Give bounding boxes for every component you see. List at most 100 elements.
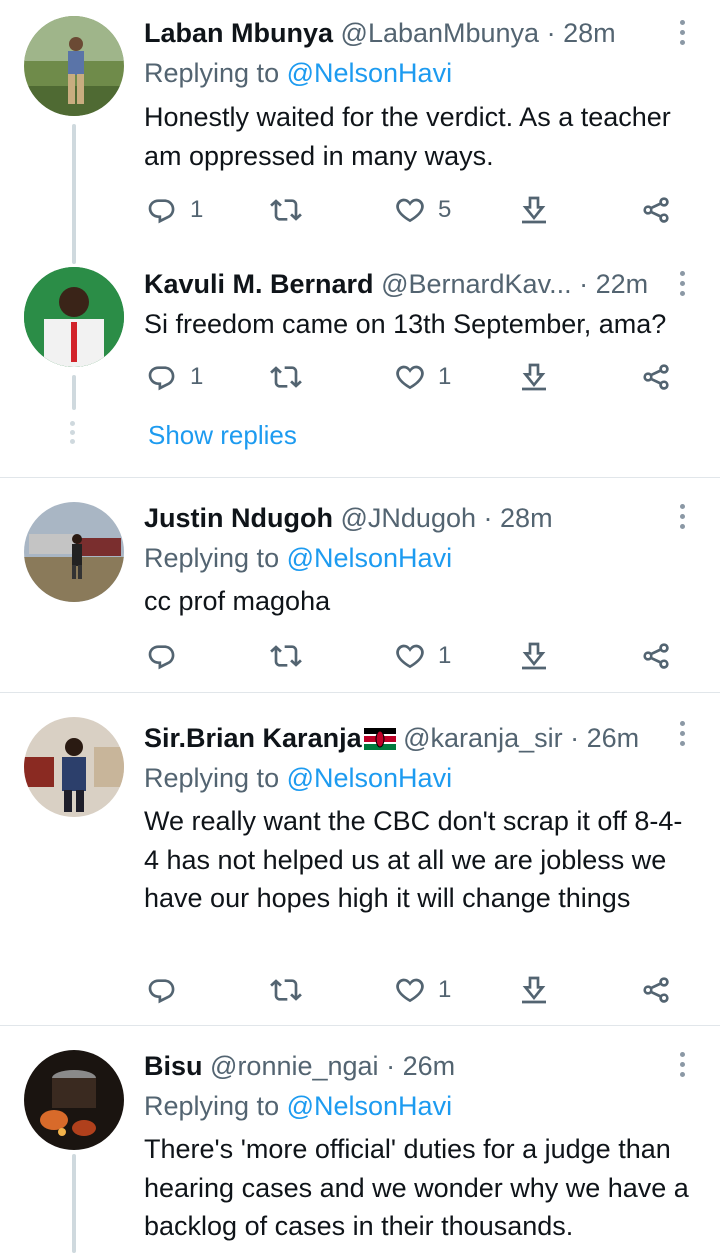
mention-link[interactable]: @NelsonHavi bbox=[287, 1091, 452, 1121]
user-handle[interactable]: @BernardKav... bbox=[381, 269, 572, 299]
share-icon bbox=[640, 194, 672, 226]
download-button[interactable] bbox=[518, 190, 550, 230]
tweet[interactable]: Bisu @ronnie_ngai · 26m Replying to @Nel… bbox=[0, 1026, 720, 1253]
like-button[interactable]: 1 bbox=[394, 636, 451, 676]
replying-to-label: Replying to bbox=[144, 543, 287, 573]
avatar[interactable] bbox=[24, 267, 124, 367]
reply-button[interactable] bbox=[146, 970, 178, 1010]
more-icon[interactable] bbox=[672, 500, 692, 536]
timestamp[interactable]: 26m bbox=[587, 723, 640, 753]
share-icon bbox=[640, 974, 672, 1006]
like-count: 1 bbox=[438, 642, 452, 669]
mention-link[interactable]: @NelsonHavi bbox=[287, 58, 452, 88]
user-handle[interactable]: @LabanMbunya bbox=[341, 18, 540, 48]
tweet-actions: 1 5 bbox=[144, 190, 684, 230]
more-icon[interactable] bbox=[672, 16, 692, 52]
mention-link[interactable]: @NelsonHavi bbox=[287, 763, 452, 793]
reply-button[interactable]: 1 bbox=[146, 357, 203, 397]
tweet-text: cc prof magoha bbox=[144, 586, 331, 616]
more-icon[interactable] bbox=[672, 717, 692, 753]
kenya-flag-icon bbox=[363, 728, 396, 750]
thread-line bbox=[72, 124, 76, 264]
retweet-button[interactable] bbox=[270, 970, 302, 1010]
avatar[interactable] bbox=[24, 16, 124, 116]
replying-to-label: Replying to bbox=[144, 763, 287, 793]
retweet-button[interactable] bbox=[270, 190, 302, 230]
separator: · bbox=[579, 269, 589, 299]
timestamp[interactable]: 28m bbox=[500, 503, 553, 533]
user-handle[interactable]: @karanja_sir bbox=[403, 723, 562, 753]
tweet-header: Justin Ndugoh @JNdugoh · 28m bbox=[144, 500, 662, 536]
tweet-text: Si freedom came on 13th September, ama? bbox=[144, 309, 667, 339]
tweet-actions: 1 1 bbox=[144, 357, 684, 397]
reply-icon bbox=[146, 194, 178, 226]
like-button[interactable]: 1 bbox=[394, 970, 451, 1010]
tweet[interactable]: Justin Ndugoh @JNdugoh · 28m Replying to… bbox=[0, 478, 720, 692]
retweet-icon bbox=[270, 361, 302, 393]
reply-button[interactable] bbox=[146, 636, 178, 676]
like-count: 5 bbox=[438, 196, 452, 223]
replying-to: Replying to @NelsonHavi bbox=[144, 760, 452, 796]
replying-to-label: Replying to bbox=[144, 1091, 287, 1121]
tweet[interactable]: Kavuli M. Bernard @BernardKav... · 22m S… bbox=[0, 255, 720, 477]
retweet-button[interactable] bbox=[270, 636, 302, 676]
separator: · bbox=[546, 18, 556, 48]
display-name[interactable]: Bisu bbox=[144, 1051, 203, 1081]
share-button[interactable] bbox=[640, 190, 672, 230]
mention-link[interactable]: @NelsonHavi bbox=[287, 543, 452, 573]
reply-count: 1 bbox=[190, 196, 204, 223]
timestamp[interactable]: 22m bbox=[596, 269, 649, 299]
reply-icon bbox=[146, 974, 178, 1006]
replying-to-label: Replying to bbox=[144, 58, 287, 88]
tweet-text: Honestly waited for the verdict. As a te… bbox=[144, 102, 671, 171]
timestamp[interactable]: 26m bbox=[403, 1051, 456, 1081]
like-count: 1 bbox=[438, 976, 452, 1003]
avatar[interactable] bbox=[24, 1050, 124, 1150]
user-handle[interactable]: @ronnie_ngai bbox=[210, 1051, 379, 1081]
share-button[interactable] bbox=[640, 357, 672, 397]
download-button[interactable] bbox=[518, 636, 550, 676]
download-icon bbox=[518, 361, 550, 393]
tweet-actions: 1 bbox=[144, 970, 684, 1010]
heart-icon bbox=[394, 361, 426, 393]
like-button[interactable]: 1 bbox=[394, 357, 451, 397]
like-count: 1 bbox=[438, 363, 452, 390]
retweet-icon bbox=[270, 974, 302, 1006]
display-name[interactable]: Laban Mbunya bbox=[144, 18, 333, 48]
thread-line bbox=[72, 375, 76, 410]
share-icon bbox=[640, 361, 672, 393]
tweet-text: There's 'more official' duties for a jud… bbox=[144, 1134, 689, 1241]
tweet-text: We really want the CBC don't scrap it of… bbox=[144, 806, 683, 913]
reply-icon bbox=[146, 640, 178, 672]
download-button[interactable] bbox=[518, 970, 550, 1010]
tweet[interactable]: Laban Mbunya @LabanMbunya · 28m Replying… bbox=[0, 0, 720, 264]
more-icon[interactable] bbox=[672, 267, 692, 303]
reply-button[interactable]: 1 bbox=[146, 190, 203, 230]
more-icon[interactable] bbox=[672, 1048, 692, 1084]
avatar[interactable] bbox=[24, 717, 124, 817]
display-name[interactable]: Sir.Brian Karanja bbox=[144, 723, 362, 753]
timestamp[interactable]: 28m bbox=[563, 18, 616, 48]
display-name[interactable]: Kavuli M. Bernard bbox=[144, 269, 374, 299]
avatar[interactable] bbox=[24, 502, 124, 602]
like-button[interactable]: 5 bbox=[394, 190, 451, 230]
download-icon bbox=[518, 640, 550, 672]
tweet[interactable]: Sir.Brian Karanja @karanja_sir · 26m Rep… bbox=[0, 693, 720, 1025]
share-button[interactable] bbox=[640, 636, 672, 676]
download-icon bbox=[518, 194, 550, 226]
display-name[interactable]: Justin Ndugoh bbox=[144, 503, 333, 533]
separator: · bbox=[570, 723, 580, 753]
tweet-header: Kavuli M. Bernard @BernardKav... · 22m bbox=[144, 266, 662, 302]
retweet-icon bbox=[270, 640, 302, 672]
replying-to: Replying to @NelsonHavi bbox=[144, 1088, 452, 1124]
share-button[interactable] bbox=[640, 970, 672, 1010]
separator: · bbox=[386, 1051, 396, 1081]
show-replies-link[interactable]: Show replies bbox=[148, 420, 297, 451]
thread-line bbox=[72, 1154, 76, 1253]
download-button[interactable] bbox=[518, 357, 550, 397]
tweet-header: Laban Mbunya @LabanMbunya · 28m bbox=[144, 15, 662, 51]
replying-to: Replying to @NelsonHavi bbox=[144, 55, 452, 91]
share-icon bbox=[640, 640, 672, 672]
retweet-button[interactable] bbox=[270, 357, 302, 397]
user-handle[interactable]: @JNdugoh bbox=[341, 503, 477, 533]
